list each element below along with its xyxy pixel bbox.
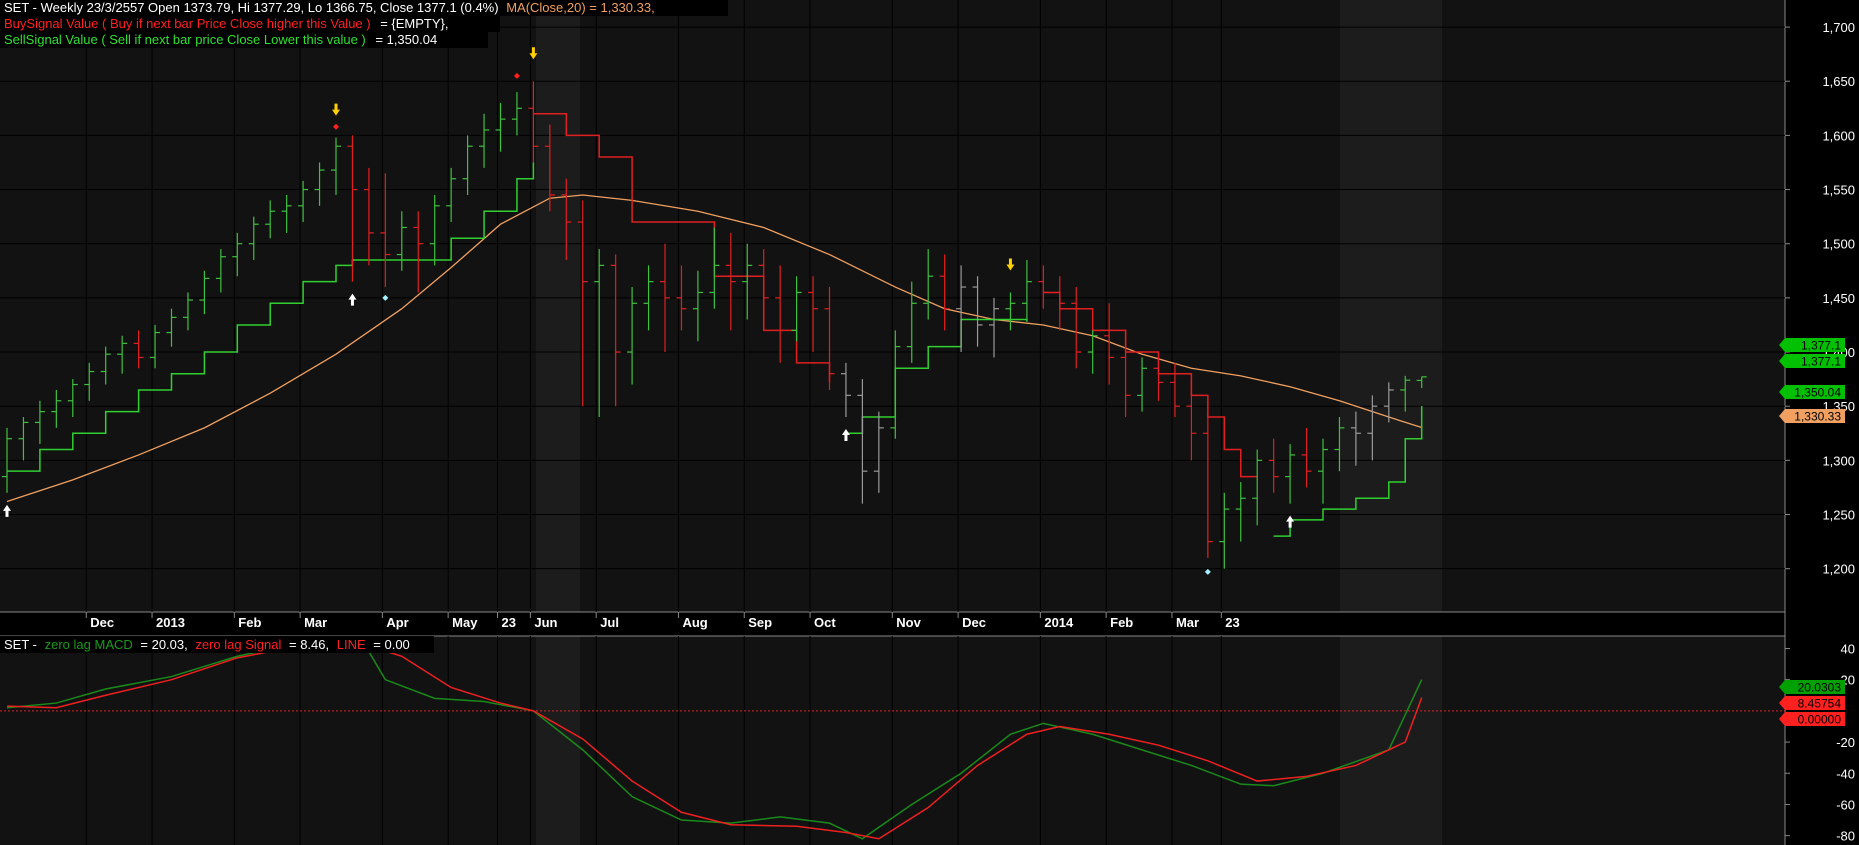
macd-tag: 20.0303 xyxy=(1779,680,1845,695)
macd-tag-text: 20.0303 xyxy=(1798,681,1842,695)
price-tags: 1,377.1 1,377.1 1,350.04 1,330.33 20.0303 8.4… xyxy=(1779,338,1845,727)
header-line-2: BuySignal Value ( Buy if next bar Price … xyxy=(4,16,449,31)
price-tag-text: 1,377.1 xyxy=(1801,355,1841,369)
date-tick-label: Dec xyxy=(962,615,986,630)
macd-label: zero lag MACD xyxy=(45,637,133,652)
date-tick-label: Nov xyxy=(896,615,921,630)
header-ma: MA(Close,20) = 1,330.33, xyxy=(506,0,655,15)
line-label: LINE xyxy=(337,637,366,652)
header-main: SET - Weekly 23/3/2557 Open 1373.79, Hi … xyxy=(4,0,499,15)
price-panel-shade-1 xyxy=(536,0,580,612)
price-tick-label: 1,550 xyxy=(1822,183,1855,198)
macd-tag: 0.00000 xyxy=(1779,712,1845,727)
date-tick-label: 2014 xyxy=(1044,615,1074,630)
macd-axis: 4020-20-40-60-80 xyxy=(1785,641,1855,844)
macd-tag-text: 8.45754 xyxy=(1798,697,1842,711)
price-axis: 1,2001,2501,3001,3501,4001,4501,5001,550… xyxy=(1785,20,1855,577)
signal-label: zero lag Signal xyxy=(195,637,281,652)
date-tick-label: 23 xyxy=(1225,615,1239,630)
header-line-1: SET - Weekly 23/3/2557 Open 1373.79, Hi … xyxy=(4,0,655,15)
date-tick-label: Sep xyxy=(748,615,772,630)
macd-header: SET - zero lag MACD = 20.03, zero lag Si… xyxy=(4,637,410,652)
price-tag: 1,377.1 xyxy=(1779,354,1845,369)
date-tick-label: Mar xyxy=(1176,615,1199,630)
price-tick-label: 1,200 xyxy=(1822,562,1855,577)
price-tag-text: 1,330.33 xyxy=(1794,410,1841,424)
macd-tick-label: 40 xyxy=(1841,641,1855,656)
sellsignal-label: SellSignal Value ( Sell if next bar pric… xyxy=(4,32,366,47)
price-tick-label: 1,500 xyxy=(1822,237,1855,252)
macd-tick-label: -20 xyxy=(1836,735,1855,750)
stock-chart[interactable]: 1,2001,2501,3001,3501,4001,4501,5001,550… xyxy=(0,0,1859,845)
buysignal-value: = {EMPTY}, xyxy=(380,16,448,31)
price-tag-text: 1,350.04 xyxy=(1794,386,1841,400)
price-tick-label: 1,300 xyxy=(1822,453,1855,468)
date-tick-label: May xyxy=(452,615,478,630)
price-tick-label: 1,650 xyxy=(1822,74,1855,89)
price-tag: 1,350.04 xyxy=(1779,385,1845,400)
price-tag-text: 1,377.1 xyxy=(1801,339,1841,353)
date-tick-label: Dec xyxy=(90,615,114,630)
macd-tag: 8.45754 xyxy=(1779,696,1845,711)
macd-tick-label: -60 xyxy=(1836,797,1855,812)
buysignal-label: BuySignal Value ( Buy if next bar Price … xyxy=(4,16,371,31)
price-tick-label: 1,250 xyxy=(1822,508,1855,523)
date-tick-label: 23 xyxy=(502,615,516,630)
macd-tag-text: 0.00000 xyxy=(1798,713,1842,727)
date-tick-label: Jul xyxy=(600,615,619,630)
date-tick-label: Apr xyxy=(386,615,408,630)
date-tick-label: 2013 xyxy=(156,615,185,630)
price-panel-shade-2 xyxy=(1340,0,1442,612)
macd-tick-label: -40 xyxy=(1836,766,1855,781)
price-tag: 1,377.1 xyxy=(1779,338,1845,353)
price-tick-label: 1,600 xyxy=(1822,128,1855,143)
price-tick-label: 1,450 xyxy=(1822,291,1855,306)
macd-panel-shade-1 xyxy=(536,636,580,845)
date-tick-label: Oct xyxy=(814,615,836,630)
macd-prefix: SET - xyxy=(4,637,37,652)
macd-tick-label: -80 xyxy=(1836,829,1855,844)
date-tick-label: Feb xyxy=(1110,615,1133,630)
date-tick-label: Aug xyxy=(682,615,707,630)
macd-panel-shade-2 xyxy=(1340,636,1442,845)
date-tick-label: Jun xyxy=(534,615,557,630)
price-tick-label: 1,700 xyxy=(1822,20,1855,35)
macd-value: = 20.03, xyxy=(140,637,187,652)
date-tick-label: Feb xyxy=(238,615,261,630)
sellsignal-value: = 1,350.04 xyxy=(375,32,437,47)
line-value: = 0.00 xyxy=(373,637,410,652)
price-tag: 1,330.33 xyxy=(1779,409,1845,424)
date-tick-label: Mar xyxy=(304,615,327,630)
signal-value: = 8.46, xyxy=(289,637,329,652)
